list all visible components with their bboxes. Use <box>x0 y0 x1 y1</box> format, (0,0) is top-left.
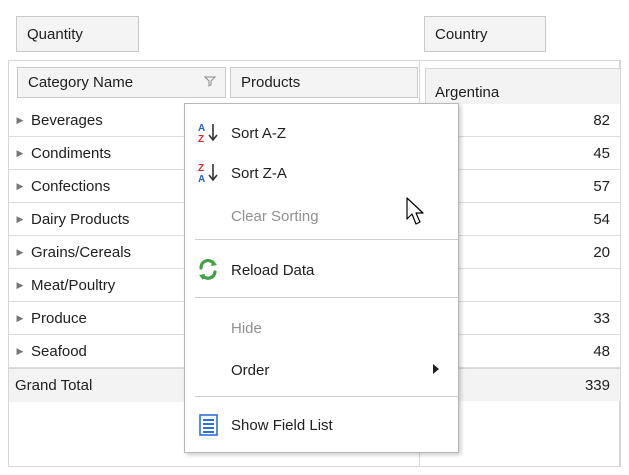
show-field-list-label: Show Field List <box>231 416 333 434</box>
clear-sorting-icon-space <box>195 204 222 228</box>
quantity-field-button[interactable]: Quantity <box>16 16 139 52</box>
mouse-pointer-icon <box>405 197 425 225</box>
category-name-field-button[interactable]: Category Name <box>17 67 226 98</box>
filter-icon[interactable] <box>203 75 217 87</box>
sort-a-z-label: Sort A-Z <box>231 124 287 142</box>
country-field-button[interactable]: Country <box>424 16 546 52</box>
grand-total-label: Grand Total <box>15 377 93 394</box>
expand-arrow-icon[interactable]: ▶ <box>9 247 31 258</box>
row-label: Meat/Poultry <box>31 276 116 294</box>
menu-separator <box>195 396 458 397</box>
reload-data-menu-item[interactable]: Reload Data <box>186 254 457 286</box>
row-label: Grains/Cereals <box>31 243 132 261</box>
menu-separator <box>195 297 458 298</box>
reload-icon <box>195 258 222 282</box>
row-label: Dairy Products <box>31 210 130 228</box>
show-field-list-menu-item[interactable]: Show Field List <box>186 409 457 441</box>
reload-data-label: Reload Data <box>231 261 315 279</box>
sort-a-z-menu-item[interactable]: A Z Sort A-Z <box>186 117 457 149</box>
svg-text:Z: Z <box>198 163 204 174</box>
expand-arrow-icon[interactable]: ▶ <box>9 346 31 357</box>
expand-arrow-icon[interactable]: ▶ <box>9 214 31 225</box>
submenu-arrow-icon <box>433 364 439 374</box>
svg-text:Z: Z <box>198 134 204 145</box>
products-field-label: Products <box>241 74 301 91</box>
expand-arrow-icon[interactable]: ▶ <box>9 148 31 159</box>
hide-label: Hide <box>231 319 262 337</box>
svg-text:A: A <box>198 123 205 134</box>
row-label: Beverages <box>31 111 103 129</box>
row-label: Condiments <box>31 144 112 162</box>
sort-az-icon: A Z <box>195 121 222 145</box>
order-label: Order <box>231 361 270 379</box>
order-menu-item[interactable]: Order <box>186 354 457 386</box>
clear-sorting-label: Clear Sorting <box>231 207 319 225</box>
expand-arrow-icon[interactable]: ▶ <box>9 181 31 192</box>
row-label: Confections <box>31 177 111 195</box>
row-label: Seafood <box>31 342 87 360</box>
menu-separator <box>195 239 458 240</box>
context-menu: A Z Sort A-Z Z A Sort Z-A Clear Sorting … <box>184 103 459 453</box>
hide-icon-space <box>195 316 222 340</box>
quantity-field-label: Quantity <box>27 25 83 43</box>
order-icon-space <box>195 358 222 382</box>
hide-menu-item[interactable]: Hide <box>186 312 457 344</box>
expand-arrow-icon[interactable]: ▶ <box>9 115 31 126</box>
expand-arrow-icon[interactable]: ▶ <box>9 313 31 324</box>
svg-text:A: A <box>198 174 205 185</box>
field-list-icon <box>195 413 222 437</box>
category-name-field-label: Category Name <box>28 74 134 91</box>
expand-arrow-icon[interactable]: ▶ <box>9 280 31 291</box>
sort-za-icon: Z A <box>195 161 222 185</box>
sort-z-a-label: Sort Z-A <box>231 164 287 182</box>
pivot-grid: Quantity Country Category Name Products … <box>0 0 629 475</box>
row-label: Produce <box>31 309 87 327</box>
argentina-column-label: Argentina <box>435 83 500 101</box>
country-field-label: Country <box>435 25 488 43</box>
products-field-button[interactable]: Products <box>230 67 418 98</box>
sort-z-a-menu-item[interactable]: Z A Sort Z-A <box>186 157 457 189</box>
